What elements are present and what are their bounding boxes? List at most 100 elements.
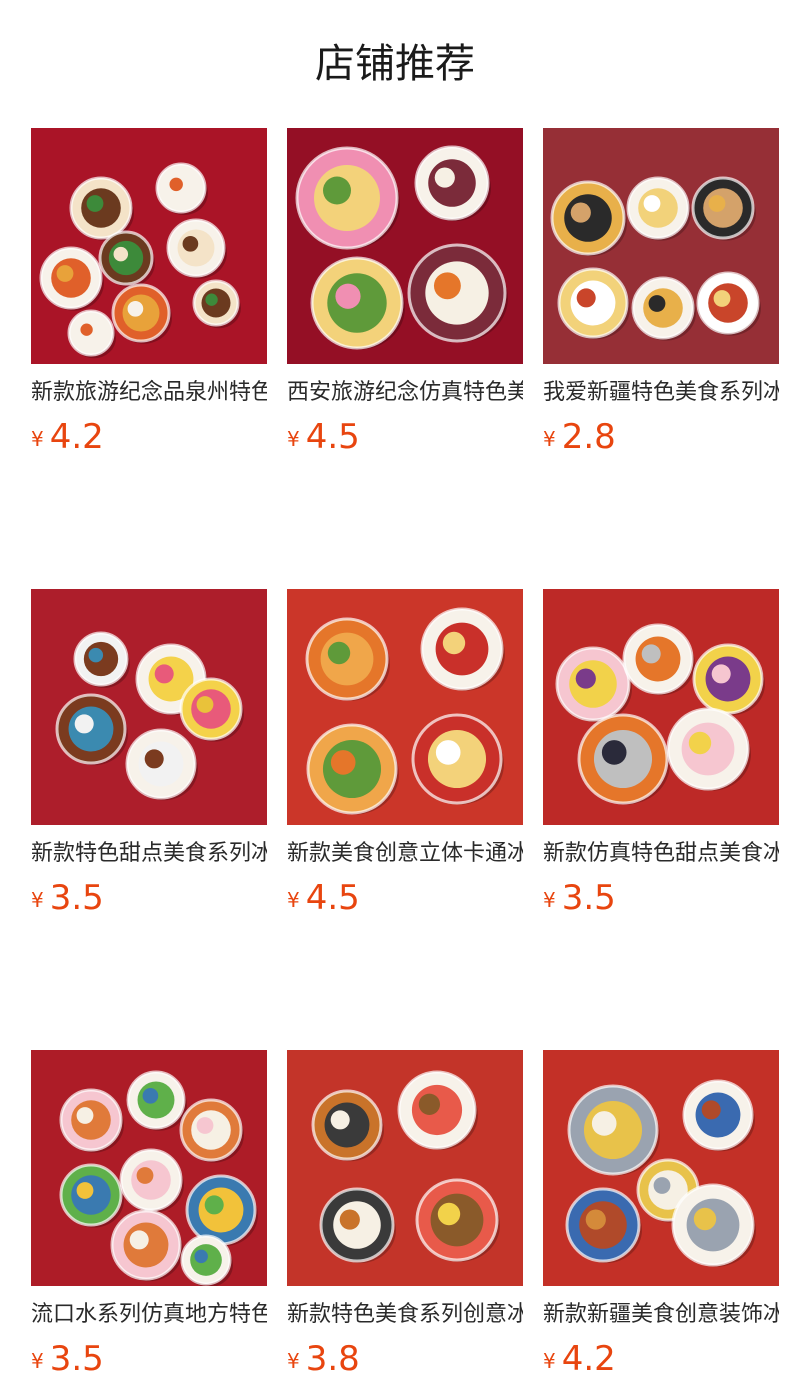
price-value: 3.5 — [49, 878, 104, 918]
product-card[interactable]: 新款美食创意立体卡通冰箱贴 ¥4.5 — [287, 589, 523, 918]
food-dish — [185, 1174, 258, 1247]
currency-symbol: ¥ — [287, 1349, 300, 1373]
product-name[interactable]: 新款美食创意立体卡通冰箱贴 — [287, 838, 523, 870]
food-dish — [414, 145, 491, 222]
product-card[interactable]: 新款旅游纪念品泉州特色美食 ¥4.2 — [31, 128, 267, 457]
product-price: ¥4.2 — [543, 1339, 779, 1379]
currency-symbol: ¥ — [543, 1349, 556, 1373]
food-plates-image — [287, 128, 523, 364]
product-name[interactable]: 新款仿真特色甜点美食冰箱贴 — [543, 838, 779, 870]
food-plates-image — [543, 128, 779, 364]
food-plates-image — [31, 128, 267, 364]
product-card[interactable]: 新款新疆美食创意装饰冰箱贴 ¥4.2 — [543, 1050, 779, 1379]
food-dish — [622, 623, 695, 696]
food-dish — [98, 230, 155, 287]
food-plates-image — [543, 1050, 779, 1286]
product-name[interactable]: 新款新疆美食创意装饰冰箱贴 — [543, 1299, 779, 1331]
food-dish — [305, 617, 390, 701]
food-dish — [306, 723, 399, 815]
food-dish — [180, 1234, 233, 1286]
product-image[interactable] — [287, 1050, 523, 1286]
product-card[interactable]: 新款特色美食系列创意冰箱贴 ¥3.8 — [287, 1050, 523, 1379]
product-card[interactable]: 新款特色甜点美食系列冰箱贴 ¥3.5 — [31, 589, 267, 918]
food-dish — [415, 1178, 500, 1262]
food-dish — [179, 677, 244, 742]
food-dish — [565, 1187, 642, 1264]
food-dish — [111, 283, 172, 344]
product-image[interactable] — [543, 589, 779, 825]
food-plates-image — [287, 589, 523, 825]
price-value: 4.2 — [561, 1339, 616, 1379]
food-plates-image — [543, 589, 779, 825]
product-name[interactable]: 西安旅游纪念仿真特色美食冰箱贴 — [287, 377, 523, 409]
price-value: 3.5 — [49, 1339, 104, 1379]
food-dish — [407, 243, 508, 343]
food-dish — [310, 256, 405, 350]
currency-symbol: ¥ — [31, 1349, 44, 1373]
currency-symbol: ¥ — [31, 427, 44, 451]
food-dish — [155, 162, 208, 216]
product-card[interactable]: 我爱新疆特色美食系列冰箱贴 ¥2.8 — [543, 128, 779, 457]
price-value: 4.2 — [49, 417, 104, 457]
food-plates-image — [31, 589, 267, 825]
currency-symbol: ¥ — [543, 427, 556, 451]
product-price: ¥4.2 — [31, 417, 267, 457]
product-image[interactable] — [543, 128, 779, 364]
product-price: ¥3.5 — [31, 1339, 267, 1379]
food-dish — [555, 646, 632, 723]
price-value: 3.8 — [305, 1339, 360, 1379]
price-value: 3.5 — [561, 878, 616, 918]
price-value: 2.8 — [561, 417, 616, 457]
food-dish — [166, 218, 227, 279]
food-dish — [319, 1187, 396, 1264]
food-dish — [557, 267, 630, 340]
product-name[interactable]: 我爱新疆特色美食系列冰箱贴 — [543, 377, 779, 409]
food-dish — [411, 713, 504, 805]
food-plates-image — [287, 1050, 523, 1286]
currency-symbol: ¥ — [287, 427, 300, 451]
product-image[interactable] — [31, 589, 267, 825]
food-dish — [420, 607, 505, 691]
food-plates-image — [31, 1050, 267, 1286]
product-card[interactable]: 流口水系列仿真地方特色美食 ¥3.5 — [31, 1050, 267, 1379]
food-dish — [666, 707, 751, 791]
food-dish — [577, 713, 670, 805]
food-dish — [179, 1098, 244, 1163]
food-dish — [691, 176, 756, 241]
food-dish — [55, 693, 128, 766]
food-dish — [59, 1163, 124, 1228]
product-price: ¥4.5 — [287, 417, 523, 457]
product-name[interactable]: 新款特色甜点美食系列冰箱贴 — [31, 838, 267, 870]
product-name[interactable]: 新款特色美食系列创意冰箱贴 — [287, 1299, 523, 1331]
product-name[interactable]: 新款旅游纪念品泉州特色美食 — [31, 377, 267, 409]
currency-symbol: ¥ — [31, 888, 44, 912]
price-value: 4.5 — [305, 878, 360, 918]
food-dish — [397, 1070, 478, 1150]
page-title: 店铺推荐 — [315, 41, 475, 87]
food-dish — [550, 180, 627, 257]
product-price: ¥4.5 — [287, 878, 523, 918]
food-dish — [567, 1084, 660, 1176]
food-dish — [73, 631, 130, 688]
food-dish — [692, 643, 765, 716]
food-dish — [295, 146, 400, 250]
product-image[interactable] — [31, 1050, 267, 1286]
product-card[interactable]: 西安旅游纪念仿真特色美食冰箱贴 ¥4.5 — [287, 128, 523, 457]
product-image[interactable] — [543, 1050, 779, 1286]
food-dish — [59, 1088, 124, 1153]
food-dish — [682, 1079, 755, 1152]
food-dish — [39, 246, 104, 311]
product-card[interactable]: 新款仿真特色甜点美食冰箱贴 ¥3.5 — [543, 589, 779, 918]
product-price: ¥3.8 — [287, 1339, 523, 1379]
product-image[interactable] — [31, 128, 267, 364]
food-dish — [126, 1070, 187, 1131]
product-price: ¥3.5 — [31, 878, 267, 918]
food-dish — [119, 1148, 184, 1213]
product-image[interactable] — [287, 128, 523, 364]
product-name[interactable]: 流口水系列仿真地方特色美食 — [31, 1299, 267, 1331]
product-grid: 新款旅游纪念品泉州特色美食 ¥4.2 西安旅游纪念仿真特色美食冰箱贴 ¥4.5 … — [31, 128, 790, 1379]
product-image[interactable] — [287, 589, 523, 825]
food-dish — [696, 271, 761, 336]
price-value: 4.5 — [305, 417, 360, 457]
product-price: ¥2.8 — [543, 417, 779, 457]
